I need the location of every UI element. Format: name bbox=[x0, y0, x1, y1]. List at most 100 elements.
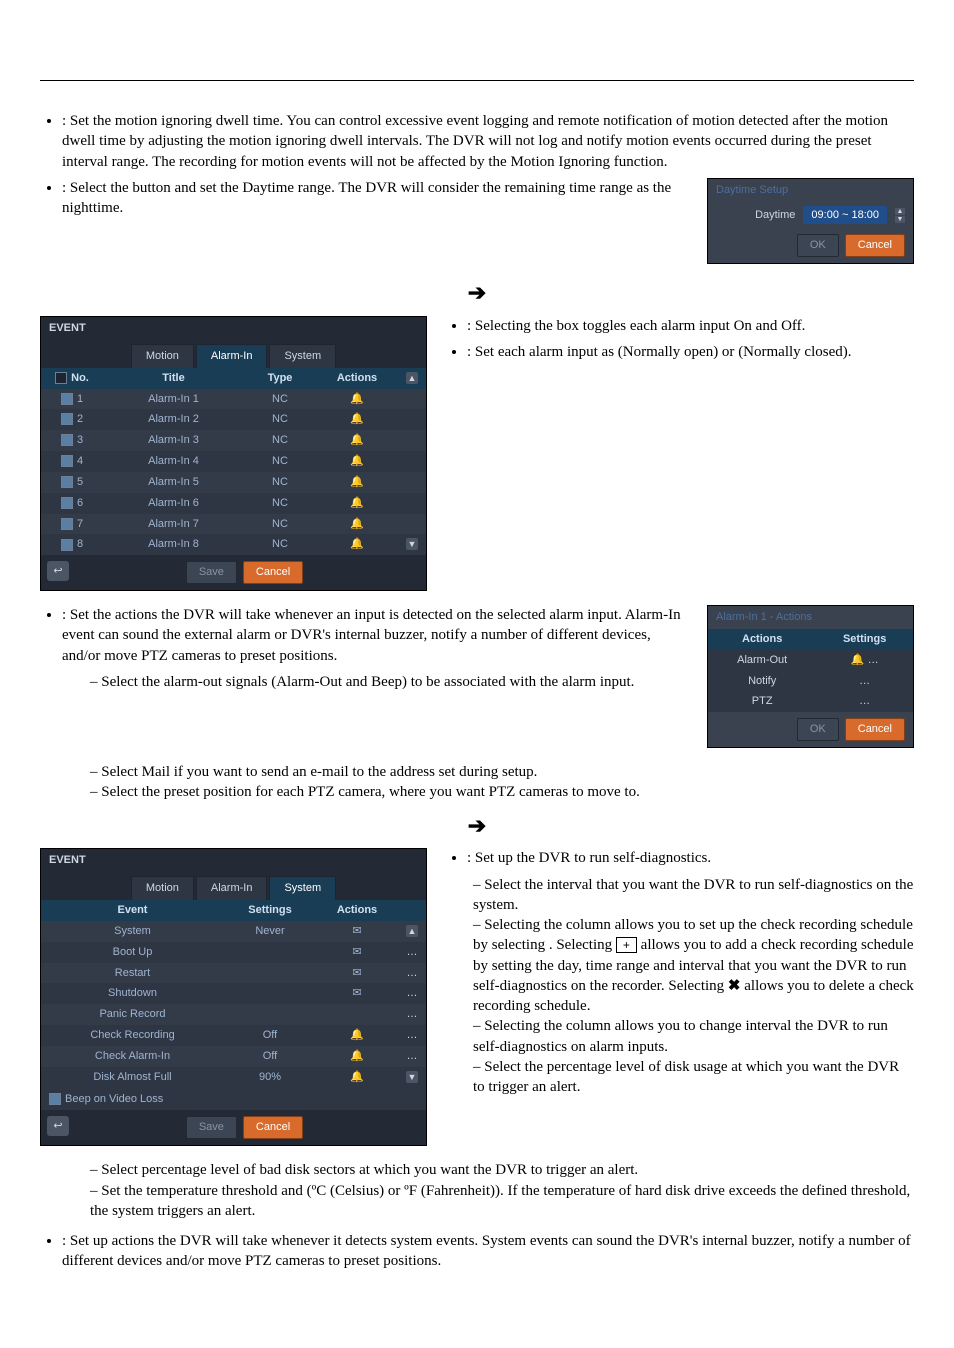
tab-system[interactable]: System bbox=[269, 876, 336, 900]
bell-icon[interactable]: 🔔 bbox=[350, 1050, 364, 1062]
row-type[interactable]: NC bbox=[244, 430, 316, 451]
row-title[interactable]: Alarm-In 1 bbox=[103, 389, 244, 410]
bell-icon[interactable]: 🔔 bbox=[350, 455, 364, 467]
row-checkbox[interactable] bbox=[61, 539, 73, 551]
sub-ptz: – Select the preset position for each PT… bbox=[90, 782, 914, 802]
row-title[interactable]: Alarm-In 7 bbox=[103, 514, 244, 535]
row-checkbox[interactable] bbox=[61, 497, 73, 509]
row-checkbox[interactable] bbox=[61, 476, 73, 488]
spin-up-icon[interactable]: ▲ bbox=[895, 208, 905, 215]
row-checkbox[interactable] bbox=[61, 434, 73, 446]
row-title[interactable]: Alarm-In 5 bbox=[103, 472, 244, 493]
spin-down-icon[interactable]: ▼ bbox=[895, 216, 905, 223]
ellipsis-icon[interactable]: … bbox=[407, 1008, 418, 1020]
ellipsis-icon[interactable]: … bbox=[407, 1029, 418, 1041]
x-icon: ✖ bbox=[728, 978, 741, 994]
row-checkbox[interactable] bbox=[61, 518, 73, 530]
bell-icon[interactable]: 🔔 bbox=[350, 434, 364, 446]
row-title[interactable]: Alarm-In 6 bbox=[103, 493, 244, 514]
row-settings[interactable] bbox=[224, 983, 316, 1004]
spinner[interactable]: ▲▼ bbox=[895, 208, 905, 223]
row-type[interactable]: NC bbox=[244, 472, 316, 493]
tab-alarm-in[interactable]: Alarm-In bbox=[196, 344, 268, 368]
row-type[interactable]: NC bbox=[244, 451, 316, 472]
ellipsis-icon[interactable]: … bbox=[859, 695, 870, 707]
cancel-button[interactable]: Cancel bbox=[243, 1116, 303, 1139]
row-event: Restart bbox=[41, 963, 224, 984]
ellipsis-icon[interactable]: … bbox=[407, 987, 418, 999]
row-no: 6 bbox=[77, 497, 83, 509]
ellipsis-icon[interactable]: … bbox=[407, 1050, 418, 1062]
row-type[interactable]: NC bbox=[244, 409, 316, 430]
row-settings[interactable]: Off bbox=[224, 1025, 316, 1046]
cancel-button[interactable]: Cancel bbox=[243, 561, 303, 584]
col-actions: Actions bbox=[316, 368, 398, 389]
bell-icon[interactable]: 🔔 bbox=[350, 497, 364, 509]
mail-icon[interactable]: ✉ bbox=[352, 967, 361, 979]
bell-icon[interactable]: 🔔 bbox=[350, 538, 364, 550]
panel-title: Alarm-In 1 - Actions bbox=[708, 606, 913, 629]
back-icon[interactable]: ↩ bbox=[47, 561, 69, 581]
daytime-value[interactable]: 09:00 ~ 18:00 bbox=[803, 206, 887, 225]
back-icon[interactable]: ↩ bbox=[47, 1116, 69, 1136]
table-row: Restart ✉ … bbox=[41, 963, 426, 984]
row-settings[interactable]: Off bbox=[224, 1046, 316, 1067]
table-row: 5Alarm-In 5NC🔔 bbox=[41, 472, 426, 493]
row-settings[interactable] bbox=[224, 942, 316, 963]
table-row: 3Alarm-In 3NC🔔 bbox=[41, 430, 426, 451]
scroll-up-icon[interactable]: ▲ bbox=[406, 925, 418, 937]
scroll-down-icon[interactable]: ▼ bbox=[406, 1071, 418, 1083]
ellipsis-icon[interactable]: … bbox=[407, 967, 418, 979]
col-settings: Settings bbox=[224, 900, 316, 921]
bell-icon[interactable]: 🔔 bbox=[851, 654, 865, 666]
row-settings[interactable]: Never bbox=[224, 921, 316, 942]
ellipsis-icon[interactable]: … bbox=[859, 675, 870, 687]
row-title[interactable]: Alarm-In 4 bbox=[103, 451, 244, 472]
bell-icon[interactable]: 🔔 bbox=[350, 413, 364, 425]
row-checkbox[interactable] bbox=[61, 393, 73, 405]
row-type[interactable]: NC bbox=[244, 514, 316, 535]
mail-icon[interactable]: ✉ bbox=[352, 925, 361, 937]
ok-button[interactable]: OK bbox=[797, 234, 839, 257]
mail-icon[interactable]: ✉ bbox=[352, 987, 361, 999]
row-settings[interactable]: 90% bbox=[224, 1067, 316, 1088]
row-title[interactable]: Alarm-In 2 bbox=[103, 409, 244, 430]
row-type[interactable]: NC bbox=[244, 389, 316, 410]
save-button[interactable]: Save bbox=[186, 561, 237, 584]
bell-icon[interactable]: 🔔 bbox=[350, 393, 364, 405]
tab-motion[interactable]: Motion bbox=[131, 344, 194, 368]
ellipsis-icon[interactable]: … bbox=[868, 654, 879, 666]
cancel-button[interactable]: Cancel bbox=[845, 718, 905, 741]
beep-checkbox[interactable] bbox=[49, 1093, 61, 1105]
cancel-button[interactable]: Cancel bbox=[845, 234, 905, 257]
row-type[interactable]: NC bbox=[244, 493, 316, 514]
ok-button[interactable]: OK bbox=[797, 718, 839, 741]
sub-system: – Select the interval that you want the … bbox=[473, 875, 914, 916]
checkbox-all[interactable] bbox=[55, 372, 67, 384]
mail-icon[interactable]: ✉ bbox=[352, 946, 361, 958]
row-checkbox[interactable] bbox=[61, 455, 73, 467]
bell-icon[interactable]: 🔔 bbox=[350, 1029, 364, 1041]
save-button[interactable]: Save bbox=[186, 1116, 237, 1139]
col-type: Type bbox=[244, 368, 316, 389]
ellipsis-icon[interactable]: … bbox=[407, 946, 418, 958]
tab-alarm-in[interactable]: Alarm-In bbox=[196, 876, 268, 900]
bell-icon[interactable]: 🔔 bbox=[350, 476, 364, 488]
row-checkbox[interactable] bbox=[61, 413, 73, 425]
text: – Select Mail if you want to send an e-m… bbox=[90, 764, 502, 780]
row-settings[interactable] bbox=[224, 1004, 316, 1025]
tab-motion[interactable]: Motion bbox=[131, 876, 194, 900]
row-type[interactable]: NC bbox=[244, 534, 316, 555]
bell-icon[interactable]: 🔔 bbox=[350, 518, 364, 530]
col-actions: Actions bbox=[708, 629, 816, 650]
bell-icon[interactable]: 🔔 bbox=[350, 1071, 364, 1083]
scroll-down-icon[interactable]: ▼ bbox=[406, 538, 418, 550]
table-row: 4Alarm-In 4NC🔔 bbox=[41, 451, 426, 472]
tab-system[interactable]: System bbox=[269, 344, 336, 368]
row-no: 8 bbox=[77, 538, 83, 550]
row-settings[interactable] bbox=[224, 963, 316, 984]
row-title[interactable]: Alarm-In 3 bbox=[103, 430, 244, 451]
scroll-up-icon[interactable]: ▲ bbox=[406, 372, 418, 384]
sub-check-alarm-in: – Selecting the column allows you to cha… bbox=[473, 1016, 914, 1057]
row-title[interactable]: Alarm-In 8 bbox=[103, 534, 244, 555]
